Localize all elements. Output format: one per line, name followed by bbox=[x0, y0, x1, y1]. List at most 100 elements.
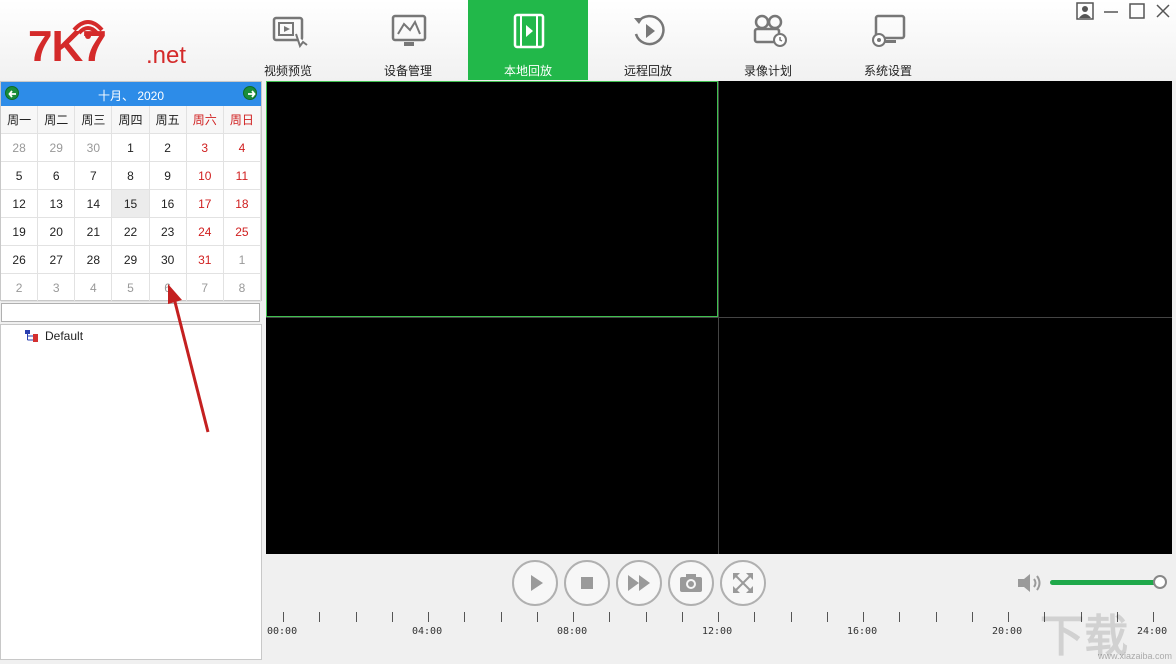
tab-label: 设备管理 bbox=[383, 64, 432, 78]
calendar-day[interactable]: 21 bbox=[75, 218, 113, 246]
timeline-tick bbox=[899, 612, 901, 622]
calendar-day[interactable]: 17 bbox=[186, 190, 224, 218]
calendar-day[interactable]: 30 bbox=[149, 246, 187, 274]
timeline-tick bbox=[464, 612, 466, 622]
app-header: 7K7 .net 视频预览 设备管理 本地回放 远程回放 录像计划 系统设置 bbox=[0, 0, 1176, 80]
pane-divider bbox=[266, 317, 1172, 318]
tab-system-settings[interactable]: 系统设置 bbox=[828, 0, 948, 80]
video-preview-icon bbox=[272, 16, 308, 49]
watermark-url: www.xiazaiba.com bbox=[1098, 651, 1173, 661]
device-tree: Default bbox=[0, 324, 262, 660]
calendar-day[interactable]: 24 bbox=[186, 218, 224, 246]
tab-label: 远程回放 bbox=[623, 64, 672, 78]
tree-node-default[interactable]: Default bbox=[25, 329, 83, 343]
calendar-day[interactable]: 16 bbox=[149, 190, 187, 218]
calendar-day[interactable]: 28 bbox=[75, 246, 113, 274]
timeline-label: 12:00 bbox=[702, 626, 733, 637]
timeline-label: 24:00 bbox=[1137, 626, 1168, 637]
timeline-label: 20:00 bbox=[992, 626, 1023, 637]
maximize-icon[interactable] bbox=[1128, 2, 1146, 20]
logo: 7K7 .net bbox=[28, 14, 198, 74]
calendar-day[interactable]: 13 bbox=[38, 190, 76, 218]
calendar-day[interactable]: 12 bbox=[1, 190, 39, 218]
main-tabs: 视频预览 设备管理 本地回放 远程回放 录像计划 系统设置 bbox=[228, 0, 948, 80]
calendar-day[interactable]: 30 bbox=[75, 134, 113, 162]
calendar-day[interactable]: 1 bbox=[223, 246, 261, 274]
volume-fill bbox=[1050, 580, 1160, 585]
calendar-day[interactable]: 5 bbox=[1, 162, 39, 190]
fullscreen-icon bbox=[733, 573, 753, 593]
minimize-icon[interactable] bbox=[1102, 2, 1120, 20]
video-pane-4[interactable] bbox=[719, 318, 1172, 554]
calendar-day[interactable]: 2 bbox=[1, 274, 39, 302]
calendar-day-today[interactable]: 15 bbox=[112, 190, 150, 218]
timeline-tick bbox=[428, 612, 429, 622]
calendar-day[interactable]: 3 bbox=[38, 274, 76, 302]
video-pane-1[interactable] bbox=[266, 81, 718, 317]
logo-text: 7K7 bbox=[28, 22, 107, 71]
user-icon[interactable] bbox=[1076, 2, 1094, 20]
remote-replay-icon bbox=[634, 14, 665, 46]
close-icon[interactable] bbox=[1154, 2, 1172, 20]
calendar-header: 十月、 2020 bbox=[1, 82, 261, 106]
calendar-day[interactable]: 23 bbox=[149, 218, 187, 246]
timeline-tick bbox=[319, 612, 321, 622]
calendar-day[interactable]: 2 bbox=[149, 134, 187, 162]
video-pane-3[interactable] bbox=[266, 318, 718, 554]
calendar-day[interactable]: 7 bbox=[75, 162, 113, 190]
calendar-day[interactable]: 9 bbox=[149, 162, 187, 190]
tab-remote-replay[interactable]: 远程回放 bbox=[588, 0, 708, 80]
weekday-label: 周五 bbox=[149, 106, 187, 134]
tab-label: 系统设置 bbox=[863, 64, 912, 78]
weekday-label: 周一 bbox=[1, 106, 39, 134]
timeline-label: 04:00 bbox=[412, 626, 443, 637]
calendar-day[interactable]: 28 bbox=[1, 134, 39, 162]
calendar-day[interactable]: 29 bbox=[112, 246, 150, 274]
timeline[interactable]: 00:00 04:00 08:00 12:00 16:00 20:00 24:00 bbox=[266, 600, 1172, 660]
calendar-day[interactable]: 4 bbox=[75, 274, 113, 302]
calendar-grid: 周一 周二 周三 周四 周五 周六 周日 28 29 30 1 2 3 4 5 … bbox=[1, 106, 261, 302]
timeline-tick bbox=[754, 612, 756, 622]
logo-suffix: .net bbox=[146, 42, 187, 69]
timeline-tick bbox=[355, 612, 357, 622]
calendar-day[interactable]: 3 bbox=[186, 134, 224, 162]
volume-handle[interactable] bbox=[1152, 575, 1167, 589]
calendar-day[interactable]: 4 bbox=[223, 134, 261, 162]
stop-icon bbox=[581, 577, 593, 589]
calendar-day[interactable]: 11 bbox=[223, 162, 261, 190]
calendar-day[interactable]: 19 bbox=[1, 218, 39, 246]
tab-video-preview[interactable]: 视频预览 bbox=[228, 0, 348, 80]
calendar-day[interactable]: 31 bbox=[186, 246, 224, 274]
tab-device-manage[interactable]: 设备管理 bbox=[348, 0, 468, 80]
timeline-label: 08:00 bbox=[557, 626, 588, 637]
video-pane-2[interactable] bbox=[719, 81, 1172, 317]
calendar-day[interactable]: 18 bbox=[223, 190, 261, 218]
calendar-day[interactable]: 8 bbox=[112, 162, 150, 190]
timeline-tick bbox=[790, 612, 792, 622]
volume-icon[interactable] bbox=[1016, 571, 1046, 595]
calendar-day[interactable]: 6 bbox=[38, 162, 76, 190]
calendar-day[interactable]: 1 bbox=[112, 134, 150, 162]
tab-local-replay[interactable]: 本地回放 bbox=[468, 0, 588, 80]
calendar-day[interactable]: 29 bbox=[38, 134, 76, 162]
calendar-day[interactable]: 26 bbox=[1, 246, 39, 274]
calendar-day[interactable]: 14 bbox=[75, 190, 113, 218]
calendar-day[interactable]: 25 bbox=[223, 218, 261, 246]
calendar-title[interactable]: 十月、 2020 bbox=[1, 87, 261, 104]
calendar-day[interactable]: 8 bbox=[223, 274, 261, 302]
timeline-tick bbox=[863, 612, 864, 622]
search-input[interactable] bbox=[1, 303, 260, 322]
volume-slider[interactable] bbox=[1050, 575, 1167, 589]
next-month-button[interactable] bbox=[243, 86, 257, 100]
calendar-day[interactable]: 10 bbox=[186, 162, 224, 190]
tab-label: 视频预览 bbox=[263, 64, 312, 78]
calendar-day[interactable]: 27 bbox=[38, 246, 76, 274]
tree-group-icon bbox=[25, 330, 38, 342]
timeline-tick bbox=[971, 612, 973, 622]
calendar-day[interactable]: 20 bbox=[38, 218, 76, 246]
calendar-day[interactable]: 5 bbox=[112, 274, 150, 302]
play-icon bbox=[531, 575, 543, 591]
calendar-day[interactable]: 22 bbox=[112, 218, 150, 246]
weekday-label: 周日 bbox=[223, 106, 261, 134]
tab-record-plan[interactable]: 录像计划 bbox=[708, 0, 828, 80]
